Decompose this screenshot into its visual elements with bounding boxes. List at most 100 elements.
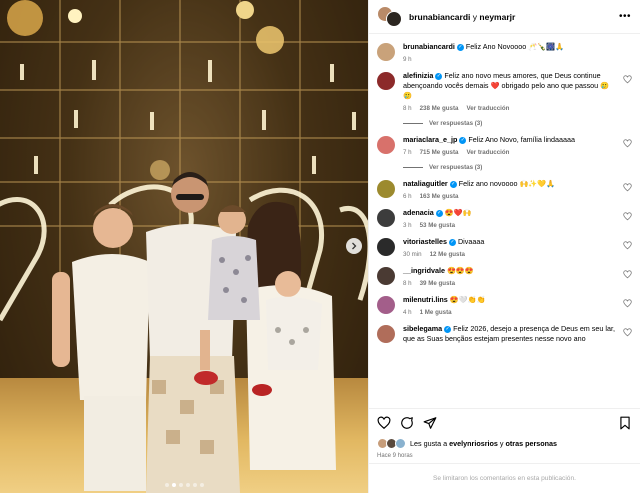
comment-text-line: alefinizia ✓ Feliz ano novo meus amores, q… [403, 71, 618, 101]
comment-time[interactable]: 30 min [403, 251, 422, 258]
view-replies-label: Ver respuestas (3) [429, 164, 483, 171]
comment-time[interactable]: 8 h [403, 280, 412, 287]
carousel-dot[interactable] [199, 483, 204, 487]
post-header: brunabiancardi y neymarjr ••• [369, 0, 640, 34]
comment-username[interactable]: __ingridvale [403, 266, 445, 275]
avatar[interactable] [377, 325, 395, 343]
verified-badge-icon: ✓ [459, 136, 467, 144]
comment-time[interactable]: 4 h [403, 309, 412, 316]
comment-text: Feliz ano novoooo 🙌✨💛🙏 [458, 179, 556, 188]
liker-avatars[interactable] [377, 438, 407, 449]
post-actions: Les gusta a evelynriosrios y otras perso… [369, 408, 640, 463]
comment-time[interactable]: 7 h [403, 149, 412, 156]
comment-likes[interactable]: 238 Me gusta [420, 105, 459, 112]
comment-heart-icon[interactable] [623, 75, 632, 84]
comment-text: 😍😍😍 [446, 266, 474, 275]
post-timestamp[interactable]: Hace 9 horas [377, 453, 632, 459]
comment-heart-icon[interactable] [623, 299, 632, 308]
verified-badge-icon: ✓ [435, 72, 443, 80]
avatar[interactable] [377, 43, 395, 61]
bookmark-icon[interactable] [618, 416, 632, 430]
verified-badge-icon: ✓ [456, 43, 464, 51]
avatar[interactable] [377, 180, 395, 198]
comment-likes[interactable]: 163 Me gusta [420, 193, 459, 200]
avatar[interactable] [377, 296, 395, 314]
comment-body: sibelegama ✓ Feliz 2026, desejo a presença… [403, 324, 632, 344]
comment-meta: 3 h 53 Me gusta [403, 222, 618, 229]
comments-list[interactable]: brunabiancardi ✓ Feliz Ano Novoooo 🥂🍾🎆🙏 9 h… [369, 34, 640, 408]
verified-badge-icon: ✓ [444, 325, 452, 333]
comment-heart-icon[interactable] [623, 139, 632, 148]
comment-meta: 9 h [403, 56, 618, 63]
comment-body: vitoriastelles ✓ Divaaaa 30 min 12 Me gusta [403, 237, 632, 258]
likes-summary: Les gusta a evelynriosrios y otras perso… [377, 438, 632, 449]
comments-limited-notice: Se limitaron los comentarios en esta pub… [369, 463, 640, 493]
carousel-dot[interactable] [171, 483, 176, 487]
comment-text-line: brunabiancardi ✓ Feliz Ano Novoooo 🥂🍾🎆🙏 [403, 42, 618, 52]
comment-username[interactable]: alefinizia [403, 71, 433, 80]
comment-likes[interactable]: 1 Me gusta [420, 309, 452, 316]
comment-time[interactable]: 3 h [403, 222, 412, 229]
comment-icon[interactable] [400, 416, 414, 430]
comment-text-line: sibelegama ✓ Feliz 2026, desejo a presença… [403, 324, 618, 344]
comment-time[interactable]: 6 h [403, 193, 412, 200]
translate-link[interactable]: Ver traducción [466, 149, 509, 156]
verified-badge-icon: ✓ [435, 209, 443, 217]
carousel-dot[interactable] [164, 483, 169, 487]
comment-likes[interactable]: 12 Me gusta [430, 251, 465, 258]
liker-username[interactable]: evelynriosrios [449, 439, 498, 448]
comment-heart-icon[interactable] [623, 270, 632, 279]
post-authors: brunabiancardi y neymarjr [409, 12, 618, 22]
carousel-dot[interactable] [178, 483, 183, 487]
more-horizontal-icon[interactable]: ••• [618, 10, 632, 24]
comment-username[interactable]: brunabiancardi [403, 42, 455, 51]
comment-likes[interactable]: 53 Me gusta [420, 222, 455, 229]
author-avatars[interactable] [377, 5, 403, 28]
verified-badge-icon: ✓ [449, 180, 457, 188]
post-photo[interactable] [0, 0, 368, 493]
comment-time[interactable]: 9 h [403, 56, 412, 63]
comment-heart-icon[interactable] [623, 183, 632, 192]
author-username[interactable]: brunabiancardi [409, 12, 470, 22]
comment-username[interactable]: sibelegama [403, 324, 442, 333]
carousel-dot[interactable] [185, 483, 190, 487]
comment-username[interactable]: adenacia [403, 208, 434, 217]
comment-item: brunabiancardi ✓ Feliz Ano Novoooo 🥂🍾🎆🙏 9 h [377, 42, 632, 63]
likes-conj: y [499, 439, 504, 448]
author-username[interactable]: neymarjr [479, 12, 515, 22]
avatar[interactable] [377, 267, 395, 285]
comment-text-line: __ingridvale 😍😍😍 [403, 266, 618, 276]
comment-likes[interactable]: 39 Me gusta [420, 280, 455, 287]
likes-others-link[interactable]: otras personas [506, 439, 558, 448]
avatar[interactable] [386, 10, 402, 27]
avatar[interactable] [377, 136, 395, 154]
avatar[interactable] [377, 72, 395, 90]
instagram-post-view: brunabiancardi y neymarjr ••• brunabianc… [0, 0, 640, 493]
family-figures [52, 172, 336, 493]
avatar[interactable] [377, 209, 395, 227]
comment-likes[interactable]: 715 Me gusta [420, 149, 459, 156]
avatar[interactable] [377, 238, 395, 256]
heart-icon[interactable] [377, 416, 391, 430]
view-replies-button[interactable]: Ver respuestas (3) [403, 120, 618, 127]
translate-link[interactable]: Ver traducción [466, 105, 509, 112]
comment-username[interactable]: mariaclara_e_jp [403, 135, 457, 144]
comment-username[interactable]: milenutri.lins [403, 295, 448, 304]
comment-meta: 6 h 163 Me gusta [403, 193, 618, 200]
view-replies-button[interactable]: Ver respuestas (3) [403, 164, 618, 171]
comment-username[interactable]: vitoriastelles [403, 237, 447, 246]
comment-text: Feliz Ano Novo, família lindaaaaa [468, 135, 576, 144]
comment-text: Divaaaa [457, 237, 485, 246]
comment-heart-icon[interactable] [623, 212, 632, 221]
comment-heart-icon[interactable] [623, 241, 632, 250]
comment-time[interactable]: 8 h [403, 105, 412, 112]
comment-text: 😍❤️🙌 [444, 208, 472, 217]
carousel-dots [0, 483, 368, 487]
comment-meta: 8 h 238 Me gusta Ver traducción [403, 105, 618, 112]
next-photo-button[interactable] [346, 238, 362, 254]
share-icon[interactable] [423, 416, 437, 430]
comment-text-line: vitoriastelles ✓ Divaaaa [403, 237, 618, 247]
carousel-dot[interactable] [192, 483, 197, 487]
comment-username[interactable]: nataliaguitler [403, 179, 448, 188]
comment-heart-icon[interactable] [623, 328, 632, 337]
